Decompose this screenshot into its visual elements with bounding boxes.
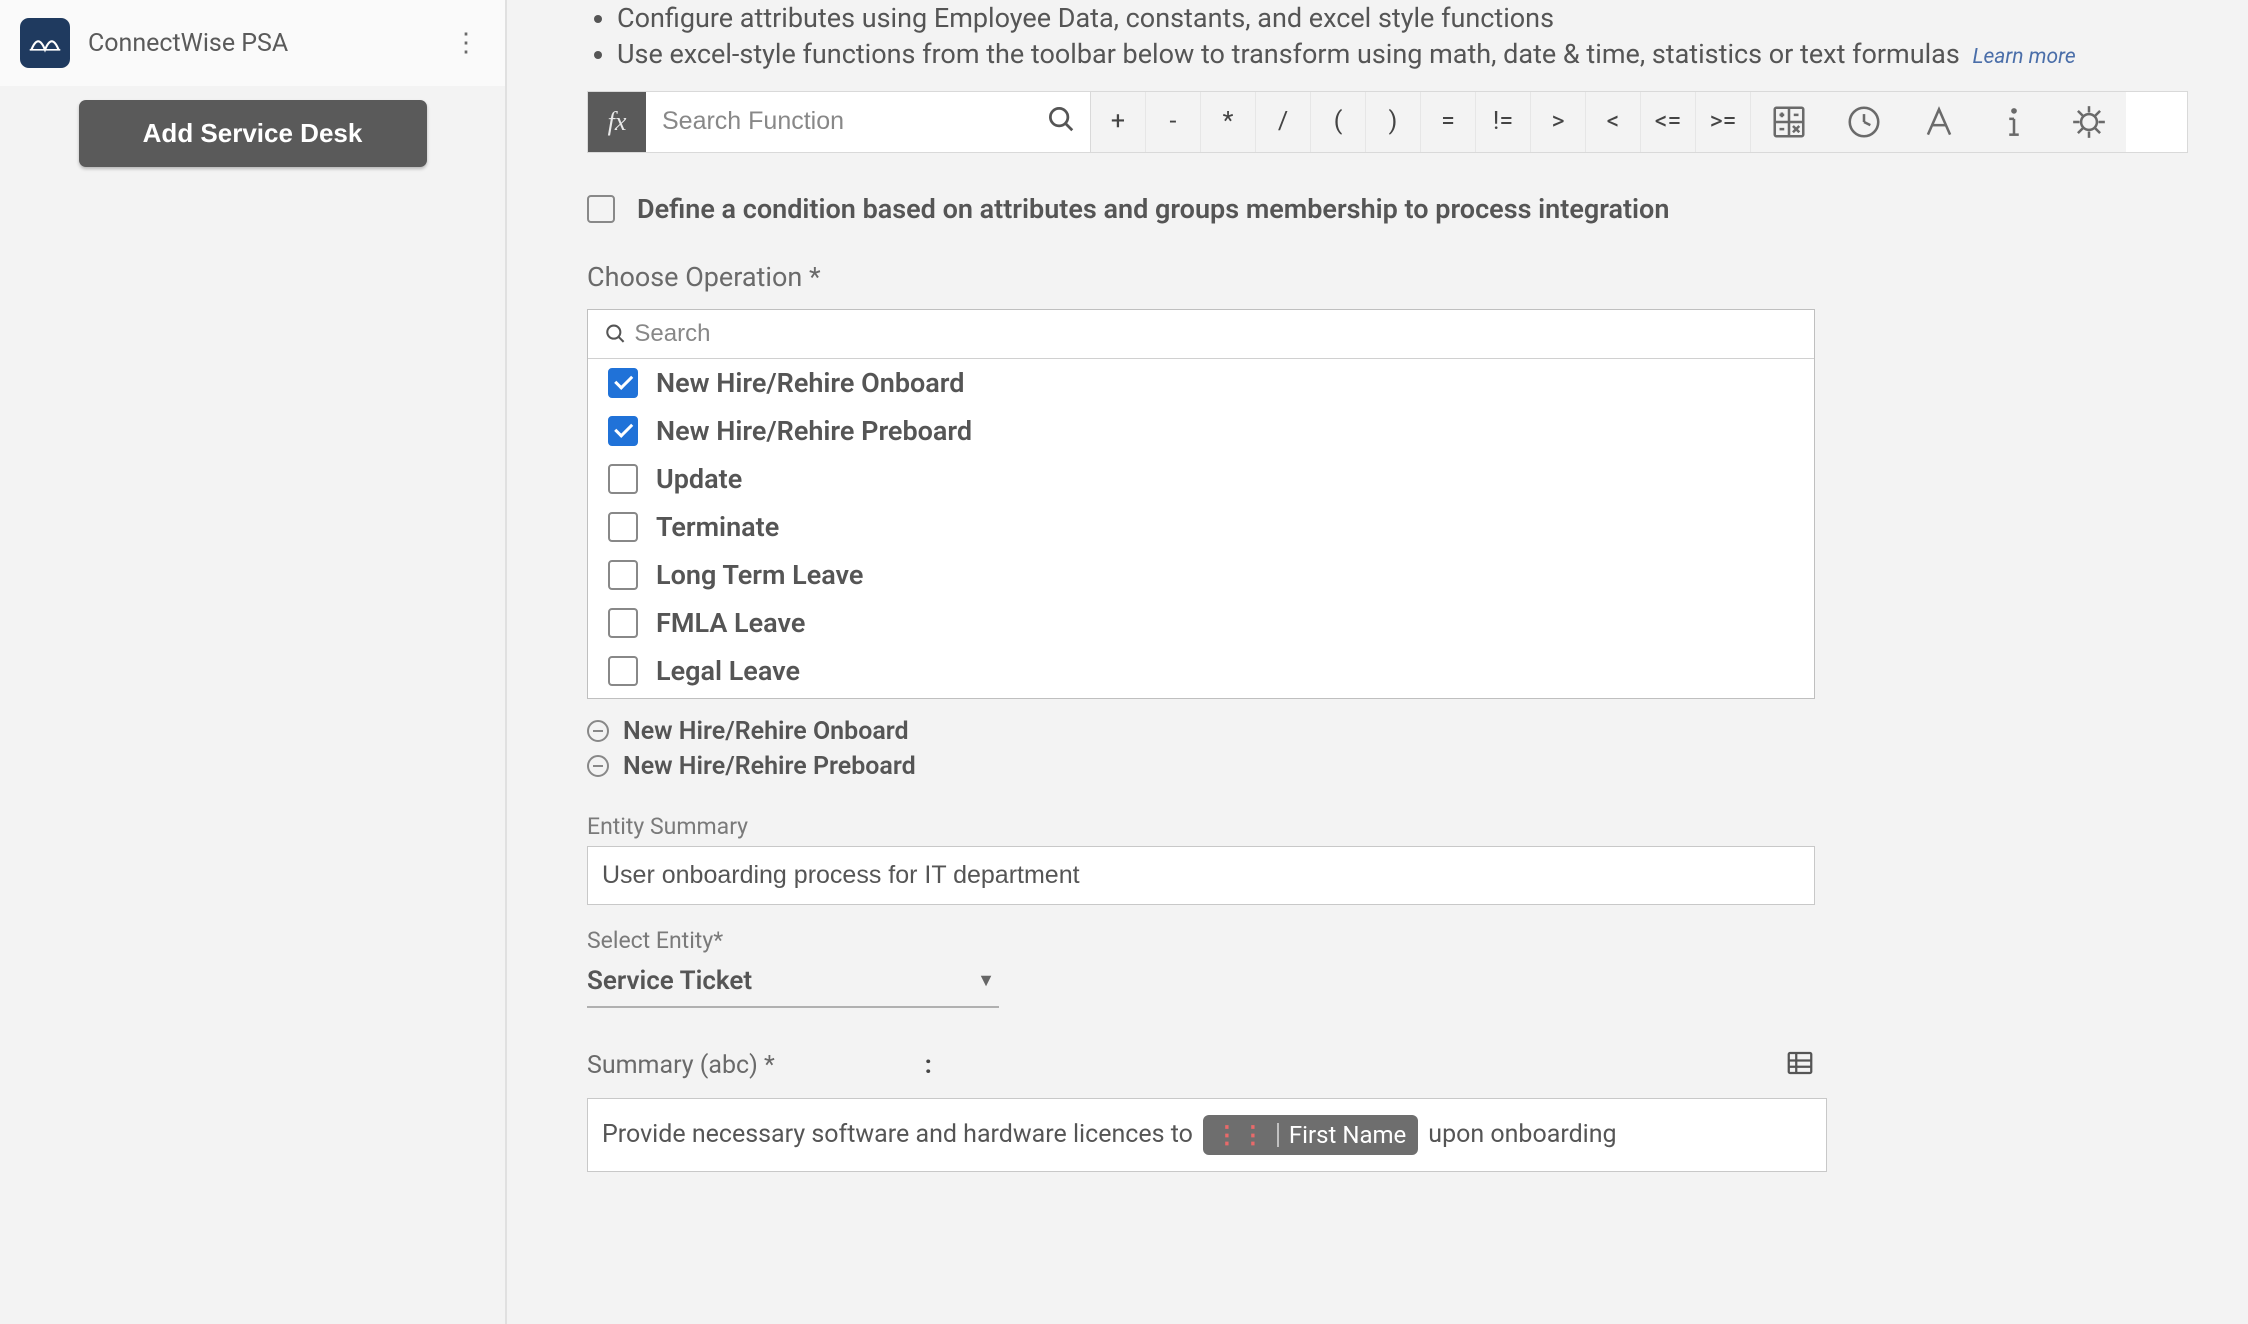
select-entity-value: Service Ticket [587, 966, 752, 996]
summary-field-input[interactable]: Provide necessary software and hardware … [587, 1098, 1827, 1172]
op-lte[interactable]: <= [1641, 92, 1696, 152]
info-icon[interactable] [1976, 92, 2051, 152]
chevron-down-icon: ▼ [977, 970, 995, 991]
op-gt[interactable]: > [1531, 92, 1586, 152]
selected-operation-row: New Hire/Rehire Preboard [587, 752, 2188, 781]
fx-label: fx [588, 92, 646, 152]
condition-label: Define a condition based on attributes a… [637, 193, 1669, 225]
op-divide[interactable]: / [1256, 92, 1311, 152]
summary-text-before: Provide necessary software and hardware … [602, 1120, 1193, 1149]
operation-search-input[interactable] [634, 320, 1798, 348]
learn-more-link[interactable]: Learn more [1973, 45, 2076, 69]
operation-item-label: Update [656, 463, 742, 495]
condition-row: Define a condition based on attributes a… [587, 193, 2188, 225]
function-search-wrap [646, 92, 1091, 152]
remove-selected-icon[interactable] [587, 755, 609, 777]
operation-checkbox[interactable] [608, 416, 638, 446]
select-entity-dropdown[interactable]: Service Ticket ▼ [587, 960, 999, 1008]
operation-checkbox[interactable] [608, 464, 638, 494]
entity-summary-input[interactable] [587, 846, 1815, 905]
chip-label: First Name [1289, 1121, 1406, 1149]
op-paren-open[interactable]: ( [1311, 92, 1366, 152]
operation-checkbox[interactable] [608, 512, 638, 542]
operation-checkbox[interactable] [608, 608, 638, 638]
selected-operation-row: New Hire/Rehire Onboard [587, 717, 2188, 746]
operation-item[interactable]: Terminate [588, 503, 1814, 551]
attribute-chip-firstname[interactable]: ⋮⋮ First Name [1203, 1115, 1418, 1155]
text-icon[interactable] [1901, 92, 1976, 152]
kebab-menu-icon[interactable]: ⋮ [453, 28, 479, 58]
op-plus[interactable]: + [1091, 92, 1146, 152]
function-search-input[interactable] [646, 107, 1090, 136]
formula-toolbar: fx + - * / ( ) = != > < <= >= [587, 91, 2188, 153]
operation-item-label: Long Term Leave [656, 559, 863, 591]
operation-item-label: New Hire/Rehire Preboard [656, 415, 972, 447]
op-minus[interactable]: - [1146, 92, 1201, 152]
choose-operation-label: Choose Operation * [587, 261, 2188, 293]
op-paren-close[interactable]: ) [1366, 92, 1421, 152]
operation-item[interactable]: New Hire/Rehire Preboard [588, 407, 1814, 455]
sidebar-app-label: ConnectWise PSA [88, 29, 288, 58]
selected-operation-label: New Hire/Rehire Onboard [623, 717, 909, 746]
math-icon[interactable] [1751, 92, 1826, 152]
instruction-line: Use excel-style functions from the toolb… [617, 36, 2188, 72]
search-icon[interactable] [1046, 104, 1076, 140]
operation-item[interactable]: Long Term Leave [588, 551, 1814, 599]
operation-item[interactable]: FMLA Leave [588, 599, 1814, 647]
summary-text-after: upon onboarding [1428, 1120, 1616, 1149]
operation-item-label: New Hire/Rehire Onboard [656, 367, 964, 399]
summary-field-header: Summary (abc) * : [587, 1048, 1815, 1084]
operation-checkbox[interactable] [608, 560, 638, 590]
summary-field-label: Summary (abc) * [587, 1051, 775, 1080]
operation-checkbox[interactable] [608, 656, 638, 686]
operation-item-label: Legal Leave [656, 655, 800, 687]
sidebar: ConnectWise PSA ⋮ Add Service Desk [0, 0, 507, 1324]
sidebar-app-card[interactable]: ConnectWise PSA ⋮ [0, 0, 505, 86]
selected-operation-label: New Hire/Rehire Preboard [623, 752, 916, 781]
table-icon[interactable] [1785, 1048, 1815, 1084]
search-icon [604, 322, 626, 345]
op-notequal[interactable]: != [1476, 92, 1531, 152]
operation-item-label: Terminate [656, 511, 779, 543]
op-equal[interactable]: = [1421, 92, 1476, 152]
op-multiply[interactable]: * [1201, 92, 1256, 152]
instruction-list: Configure attributes using Employee Data… [587, 0, 2188, 73]
chip-divider [1277, 1123, 1279, 1147]
clock-icon[interactable] [1826, 92, 1901, 152]
main-panel: Configure attributes using Employee Data… [507, 0, 2248, 1324]
summary-colon: : [925, 1051, 932, 1080]
connectwise-icon [20, 18, 70, 68]
op-lt[interactable]: < [1586, 92, 1641, 152]
operation-item[interactable]: Update [588, 455, 1814, 503]
chip-drag-icon: ⋮⋮ [1215, 1121, 1267, 1149]
operation-item[interactable]: New Hire/Rehire Onboard [588, 359, 1814, 407]
add-service-desk-button[interactable]: Add Service Desk [79, 100, 427, 167]
operation-item-label: FMLA Leave [656, 607, 805, 639]
operation-list[interactable]: New Hire/Rehire Onboard New Hire/Rehire … [588, 358, 1814, 698]
operation-checkbox[interactable] [608, 368, 638, 398]
operation-search-row [588, 310, 1814, 358]
condition-checkbox[interactable] [587, 195, 615, 223]
operation-item[interactable]: Legal Leave [588, 647, 1814, 695]
entity-summary-label: Entity Summary [587, 813, 2188, 840]
remove-selected-icon[interactable] [587, 720, 609, 742]
op-gte[interactable]: >= [1696, 92, 1751, 152]
instruction-line: Configure attributes using Employee Data… [617, 0, 2188, 36]
select-entity-label: Select Entity* [587, 927, 2188, 954]
operation-selector: New Hire/Rehire Onboard New Hire/Rehire … [587, 309, 1815, 699]
stats-icon[interactable] [2051, 92, 2126, 152]
